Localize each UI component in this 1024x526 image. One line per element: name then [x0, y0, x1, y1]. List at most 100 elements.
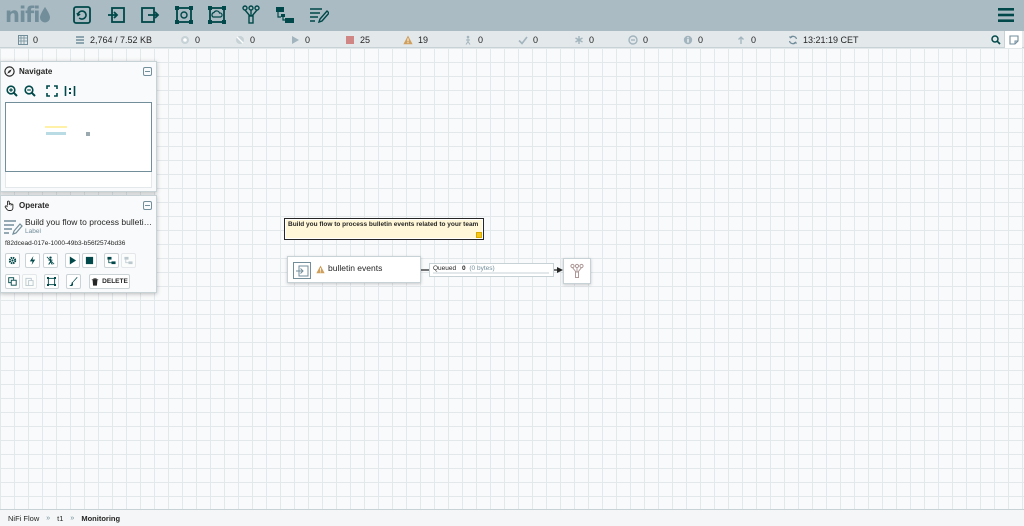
start-button[interactable] — [65, 253, 80, 268]
copy-button[interactable] — [5, 274, 20, 289]
process-group-icon — [175, 6, 193, 24]
label-resize-handle[interactable] — [476, 232, 482, 238]
configure-button[interactable] — [5, 253, 20, 268]
status-disabled: 0 — [463, 33, 483, 46]
status-last-refreshed[interactable]: 13:21:19 CET — [788, 33, 859, 46]
search-icon — [990, 34, 1001, 45]
breadcrumb-item-t1[interactable]: t1 — [57, 514, 63, 523]
disabled-icon — [463, 35, 473, 45]
hamburger-menu-icon — [998, 8, 1014, 22]
zoom-out-button[interactable] — [23, 84, 37, 98]
status-locally-modified: 0 — [574, 33, 594, 46]
group-button[interactable] — [44, 274, 59, 289]
change-color-button[interactable] — [66, 274, 81, 289]
navigate-tools — [5, 84, 77, 98]
disabled-icon — [46, 256, 55, 265]
status-not-transmitting: 0 — [235, 33, 255, 46]
threads-icon — [18, 34, 28, 45]
remote-process-group-button[interactable] — [206, 4, 228, 26]
zoom-in-icon — [6, 85, 18, 97]
funnel-button[interactable] — [240, 4, 262, 26]
delete-button[interactable]: DELETE — [89, 274, 130, 289]
navigate-panel-header[interactable]: Navigate — [1, 62, 156, 80]
trash-icon — [91, 277, 99, 286]
canvas-label-text: Build you flow to process bulletin event… — [288, 221, 479, 228]
invalid-warning-icon[interactable] — [316, 265, 325, 274]
flow-status-bar: 0 2,764 / 7.52 KB 0 0 0 25 19 0 0 0 0 0 … — [0, 31, 1024, 48]
stop-button[interactable] — [82, 253, 97, 268]
lightning-icon — [29, 256, 36, 265]
output-port-button[interactable] — [139, 4, 161, 26]
create-template-button[interactable] — [104, 253, 119, 268]
check-icon — [518, 35, 528, 45]
selection-id: f82dcead-017e-1000-49b3-b56f2574bd36 — [5, 240, 126, 247]
paste-icon — [25, 277, 34, 286]
queue-backpressure-bar — [433, 272, 549, 274]
operate-panel: Operate Build you flow to process bullet… — [0, 195, 157, 293]
gear-icon — [8, 256, 17, 265]
breadcrumb-item-root[interactable]: NiFi Flow — [8, 514, 39, 523]
birdseye-view[interactable] — [5, 102, 152, 172]
process-group-button[interactable] — [173, 4, 195, 26]
birdseye-preview — [45, 126, 90, 136]
global-menu-button[interactable] — [997, 6, 1015, 24]
copy-icon — [8, 277, 17, 286]
bulletin-board-button[interactable] — [1004, 31, 1022, 48]
status-active-threads: 0 — [18, 33, 38, 46]
play-icon — [69, 256, 77, 265]
input-port-button[interactable] — [105, 4, 127, 26]
status-locally-modified-stale: 0 — [683, 33, 703, 46]
queued-size: (0 bytes) — [469, 265, 495, 272]
port-name: bulletin events — [328, 263, 383, 273]
hand-pointer-icon — [4, 200, 15, 211]
logo-text: nifi — [5, 3, 40, 27]
expand-icon — [46, 85, 58, 97]
remote-process-group-icon — [208, 6, 226, 24]
canvas-label[interactable]: Build you flow to process bulletin event… — [284, 218, 484, 240]
processor-button[interactable] — [71, 4, 93, 26]
connection-label[interactable]: Queued 0 (0 bytes) — [429, 263, 554, 277]
fit-button[interactable] — [45, 84, 59, 98]
stop-icon — [345, 35, 355, 45]
enable-button[interactable] — [25, 253, 40, 268]
template-icon — [276, 7, 294, 23]
output-port-icon — [141, 7, 160, 23]
status-transmitting: 0 — [180, 33, 200, 46]
header-bar: nifi — [0, 0, 1024, 31]
operate-panel-header[interactable]: Operate — [1, 196, 156, 214]
stop-icon — [85, 256, 94, 265]
compass-icon — [4, 65, 15, 77]
navigate-panel: Navigate — [0, 61, 157, 192]
template-button[interactable] — [274, 4, 296, 26]
zoom-in-button[interactable] — [5, 84, 19, 98]
refresh-icon — [788, 35, 798, 45]
delete-label: DELETE — [102, 278, 128, 285]
status-stale: 0 — [628, 33, 648, 46]
nifi-logo[interactable]: nifi — [5, 3, 51, 27]
status-queued: 2,764 / 7.52 KB — [75, 33, 152, 46]
play-icon — [290, 35, 300, 45]
disable-button[interactable] — [43, 253, 58, 268]
operate-collapse-button[interactable] — [143, 201, 152, 210]
search-button[interactable] — [987, 31, 1004, 48]
selection-type: Label — [25, 228, 41, 235]
status-sync-failure: 0 — [736, 33, 756, 46]
asterisk-icon — [574, 35, 584, 45]
canvas-funnel[interactable] — [563, 258, 591, 284]
operate-title: Operate — [19, 200, 50, 210]
drop-icon — [40, 7, 51, 23]
template-icon — [107, 256, 116, 265]
paint-brush-icon — [69, 277, 78, 286]
label-button[interactable] — [308, 4, 330, 26]
queued-count: 0 — [461, 265, 466, 272]
navigate-collapse-button[interactable] — [143, 67, 152, 76]
processor-icon — [73, 6, 91, 24]
status-up-to-date: 0 — [518, 33, 538, 46]
paste-button[interactable] — [22, 274, 37, 289]
upload-template-button[interactable] — [121, 253, 136, 268]
breadcrumb-item-current: Monitoring — [81, 513, 121, 523]
arrow-up-icon — [736, 35, 746, 45]
input-port-bulletin-events[interactable]: bulletin events — [287, 256, 421, 283]
transmitting-icon — [180, 35, 190, 45]
actual-size-button[interactable] — [63, 84, 77, 98]
